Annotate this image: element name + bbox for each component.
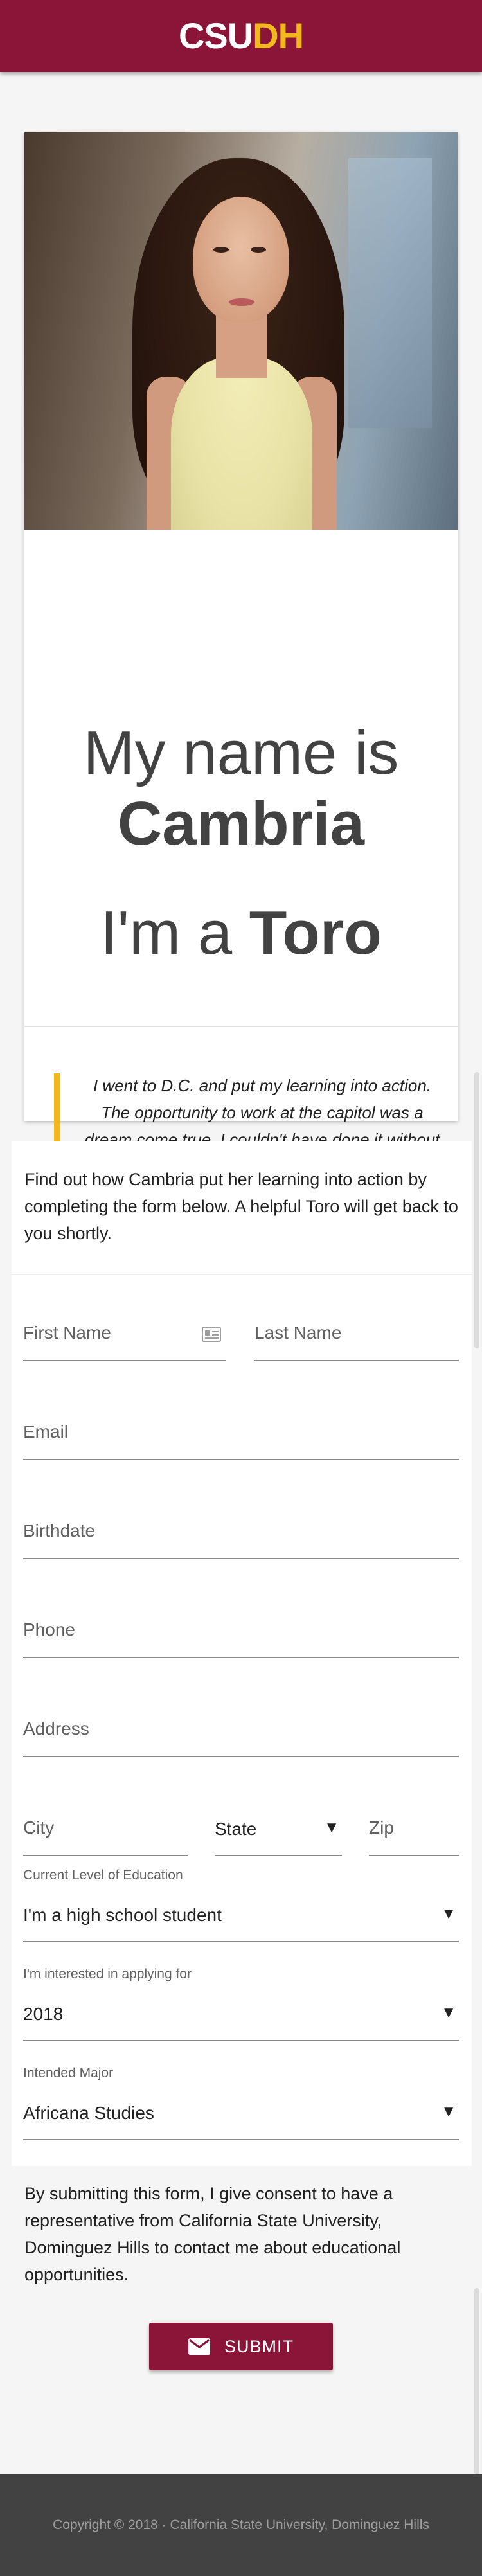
applying-for-caption: I'm interested in applying for [23, 1967, 192, 1981]
city-label: City [23, 1818, 55, 1838]
intended-major-caption: Intended Major [23, 2066, 114, 2080]
applying-for-value: 2018 [23, 2004, 64, 2024]
address-label: Address [23, 1719, 89, 1739]
toro-heading-bold: Toro [249, 899, 382, 967]
site-footer: Copyright © 2018 · California State Univ… [0, 2474, 482, 2576]
consent-text: By submitting this form, I give consent … [24, 2184, 401, 2284]
last-name-field[interactable]: Last Name [254, 1301, 459, 1361]
state-value: State [215, 1819, 257, 1839]
toro-heading: I'm a Toro [24, 902, 458, 964]
education-caption: Current Level of Education [23, 1868, 183, 1883]
zip-field[interactable]: Zip [369, 1796, 459, 1856]
dropdown-arrow-icon: ▼ [441, 1905, 456, 1922]
profile-photo [24, 132, 458, 530]
logo-text-dh: DH [253, 15, 304, 56]
birthdate-label: Birthdate [23, 1521, 96, 1541]
logo-text-csu: CSU [178, 15, 253, 56]
address-field[interactable]: Address [23, 1697, 459, 1757]
education-value: I'm a high school student [23, 1905, 222, 1925]
intended-major-value: Africana Studies [23, 2103, 154, 2123]
dropdown-arrow-icon: ▼ [441, 2103, 456, 2120]
last-name-label: Last Name [254, 1323, 342, 1343]
profile-card: My name is Cambria I'm a Toro I went to … [24, 132, 458, 1208]
contact-card-icon[interactable] [202, 1327, 221, 1342]
email-label: Email [23, 1422, 69, 1442]
intended-major-select[interactable]: Intended Major Africana Studies ▼ [23, 2066, 459, 2140]
phone-label: Phone [23, 1620, 75, 1640]
first-name-field[interactable]: First Name [23, 1301, 226, 1361]
csudh-logo[interactable]: CSUDH [178, 15, 304, 56]
applying-for-select[interactable]: I'm interested in applying for 2018 ▼ [23, 1967, 459, 2041]
phone-field[interactable]: Phone [23, 1598, 459, 1658]
inquiry-form: Find out how Cambria put her learning in… [12, 1141, 472, 2166]
profile-intro: My name is Cambria I'm a Toro [24, 530, 458, 1026]
copyright-text: Copyright © 2018 · California State Univ… [53, 2518, 429, 2532]
scrollbar[interactable] [474, 2288, 479, 2474]
city-field[interactable]: City [23, 1796, 188, 1856]
zip-label: Zip [369, 1818, 394, 1838]
intro-heading: My name is [83, 719, 399, 787]
form-lead-text: Find out how Cambria put her learning in… [24, 1170, 458, 1243]
dropdown-arrow-icon: ▼ [441, 2004, 456, 2021]
form-divider [12, 1274, 472, 1275]
dropdown-arrow-icon: ▼ [324, 1819, 339, 1836]
scrollbar[interactable] [474, 1072, 479, 1348]
first-name-label: First Name [23, 1323, 111, 1343]
card-divider [24, 1026, 458, 1027]
mail-icon [188, 2338, 210, 2355]
site-header: CSUDH [0, 0, 482, 72]
toro-heading-prefix: I'm a [100, 899, 233, 967]
submit-label: SUBMIT [224, 2336, 294, 2356]
email-field[interactable]: Email [23, 1400, 459, 1460]
profile-name: Cambria [117, 789, 365, 858]
submit-button[interactable]: SUBMIT [149, 2323, 333, 2370]
state-select[interactable]: State ▼ [215, 1796, 342, 1856]
education-select[interactable]: Current Level of Education I'm a high sc… [23, 1868, 459, 1942]
birthdate-field[interactable]: Birthdate [23, 1499, 459, 1559]
